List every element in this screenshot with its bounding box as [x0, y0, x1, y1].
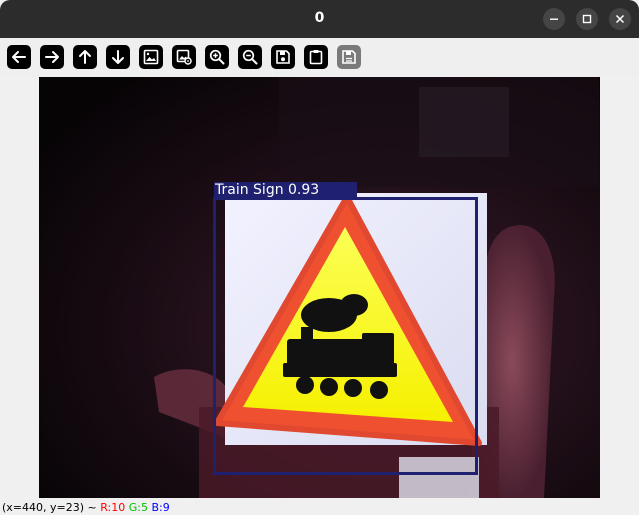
forward-button[interactable]: [40, 45, 64, 69]
arrow-left-icon: [12, 51, 26, 63]
image-button[interactable]: [139, 45, 163, 69]
back-button[interactable]: [7, 45, 31, 69]
save-button[interactable]: [271, 45, 295, 69]
title-bar: 0: [0, 0, 639, 38]
up-button[interactable]: [73, 45, 97, 69]
zoom-in-icon: [209, 49, 225, 65]
cursor-coordinates: (x=440, y=23) ~: [2, 501, 97, 514]
arrow-down-icon: [112, 50, 124, 64]
toolbar: [0, 38, 639, 76]
blue-value: B:9: [151, 501, 170, 514]
zoom-out-button[interactable]: [238, 45, 262, 69]
green-value: G:5: [128, 501, 148, 514]
maximize-button[interactable]: [576, 8, 598, 30]
close-icon: [615, 14, 625, 24]
camera-frame: [39, 77, 600, 498]
arrow-right-icon: [45, 51, 59, 63]
arrow-up-icon: [79, 50, 91, 64]
image-settings-button[interactable]: [172, 45, 196, 69]
properties-icon: [342, 50, 356, 64]
copy-button[interactable]: [304, 45, 328, 69]
properties-button[interactable]: [337, 45, 361, 69]
image-gear-icon: [176, 49, 192, 65]
image-canvas[interactable]: Train Sign 0.93: [39, 77, 600, 498]
save-icon: [276, 50, 290, 64]
zoom-in-button[interactable]: [205, 45, 229, 69]
image-icon: [143, 49, 159, 65]
status-bar: (x=440, y=23) ~ R:10 G:5 B:9: [0, 500, 639, 515]
close-button[interactable]: [609, 8, 631, 30]
detection-label: Train Sign 0.93: [215, 182, 320, 198]
red-value: R:10: [100, 501, 126, 514]
clipboard-icon: [309, 50, 323, 65]
down-button[interactable]: [106, 45, 130, 69]
minimize-icon: [550, 18, 558, 20]
maximize-icon: [582, 14, 592, 24]
zoom-out-icon: [242, 49, 258, 65]
minimize-button[interactable]: [543, 8, 565, 30]
